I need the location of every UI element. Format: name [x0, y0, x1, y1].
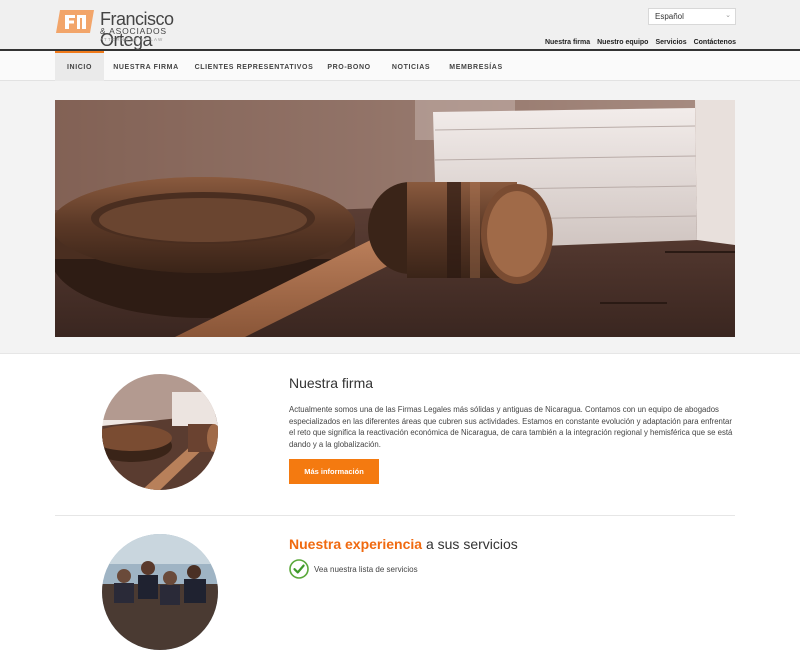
chevron-down-icon: ⌄: [725, 12, 731, 19]
experience-title-accent: Nuestra experiencia: [289, 536, 423, 552]
util-link-servicios[interactable]: Servicios: [655, 39, 686, 46]
more-info-button[interactable]: Más información: [289, 459, 379, 484]
language-selected: Español: [655, 12, 684, 21]
brand-tagline: ATTORNEYS AT LAW: [100, 37, 164, 42]
nav-item-noticias[interactable]: NOTICIAS: [386, 51, 436, 81]
brand-logo[interactable]: Francisco Ortega & ASOCIADOS ATTORNEYS A…: [56, 9, 216, 50]
firm-description: Actualmente somos una de las Firmas Lega…: [289, 405, 733, 449]
services-list-link[interactable]: Vea nuestra lista de servicios: [314, 565, 418, 574]
brand-subtitle: & ASOCIADOS: [100, 26, 167, 36]
experience-title: Nuestra experiencia a sus servicios: [289, 536, 518, 552]
util-link-contactenos[interactable]: Contáctenos: [694, 39, 736, 46]
team-photo: [102, 534, 218, 650]
experience-title-rest: a sus servicios: [422, 536, 518, 552]
nav-item-nuestra-firma[interactable]: NUESTRA FIRMA: [108, 51, 184, 81]
language-select[interactable]: Español ⌄: [648, 8, 736, 25]
check-circle-icon: [289, 559, 309, 579]
nav-item-inicio[interactable]: INICIO: [55, 51, 104, 81]
utility-links: Nuestra firma Nuestro equipo Servicios C…: [545, 39, 736, 46]
hero-image: [55, 100, 735, 337]
site-header: Francisco Ortega & ASOCIADOS ATTORNEYS A…: [0, 0, 800, 51]
logo-mark-icon: [56, 10, 94, 33]
firm-title: Nuestra firma: [289, 375, 374, 391]
nav-item-membresias[interactable]: MEMBRESÍAS: [447, 51, 505, 81]
util-link-nuestra-firma[interactable]: Nuestra firma: [545, 39, 590, 46]
firm-photo: [102, 374, 218, 490]
main-nav: INICIO NUESTRA FIRMA CLIENTES REPRESENTA…: [0, 51, 800, 81]
util-link-nuestro-equipo[interactable]: Nuestro equipo: [597, 39, 648, 46]
section-divider: [55, 515, 735, 516]
nav-item-clientes[interactable]: CLIENTES REPRESENTATIVOS: [192, 51, 316, 81]
nav-item-pro-bono[interactable]: PRO-BONO: [324, 51, 374, 81]
